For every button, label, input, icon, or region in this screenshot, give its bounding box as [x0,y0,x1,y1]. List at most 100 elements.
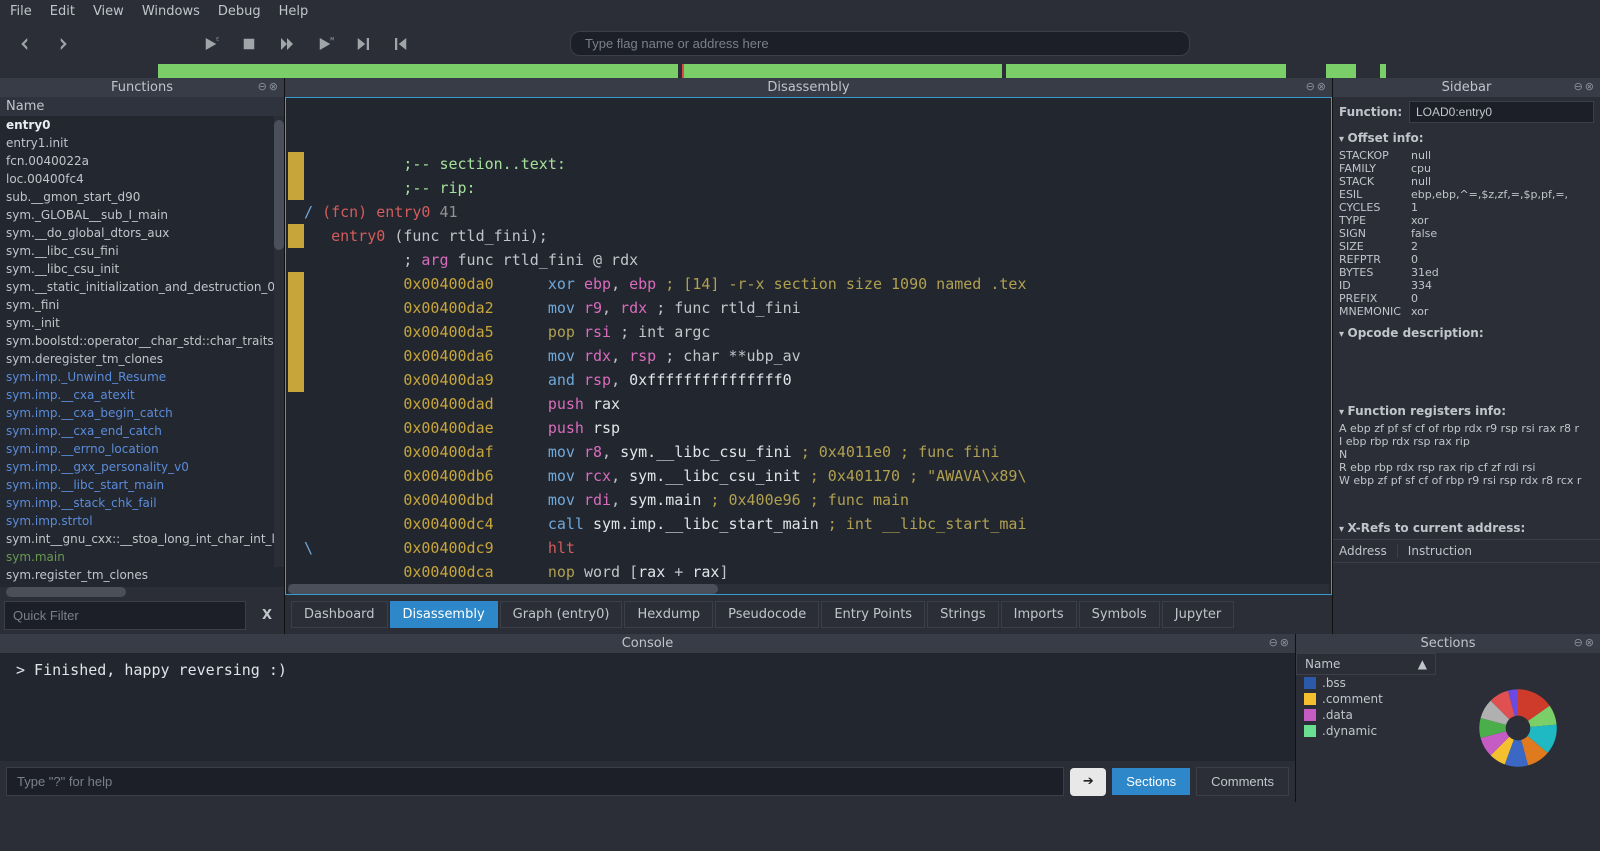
disasm-line[interactable]: ; arg func rtld_fini @ rdx [288,248,1329,272]
disassembly-view[interactable]: ;-- section..text: ;-- rip: / (fcn) entr… [285,97,1332,595]
function-item[interactable]: sym.imp.__cxa_end_catch [6,422,284,440]
skip-prev-icon[interactable] [392,35,410,53]
function-item[interactable]: sym.imp.__errno_location [6,440,284,458]
tab-entry-points[interactable]: Entry Points [821,601,925,628]
menu-windows[interactable]: Windows [142,4,200,19]
disasm-line[interactable]: / (fcn) entry0 41 [288,200,1329,224]
disasm-line[interactable]: ;-- section..text: [288,152,1329,176]
disasm-line[interactable]: 0x00400db6 mov rcx, sym.__libc_csu_init … [288,464,1329,488]
function-item[interactable]: sym.boolstd::operator__char_std::char_tr… [6,332,284,350]
close-icon[interactable]: ⊗ [1280,636,1289,649]
stop-icon[interactable] [240,35,258,53]
disasm-line[interactable]: 0x00400da9 and rsp, 0xfffffffffffffff0 [288,368,1329,392]
play-e-icon[interactable]: E [202,35,220,53]
disasm-line[interactable]: \ 0x00400dc9 hlt [288,536,1329,560]
functions-column-header[interactable]: Name [0,97,284,116]
function-item[interactable]: sym.imp.__libc_start_main [6,476,284,494]
function-item[interactable]: sym.main [6,548,284,566]
offset-info-header[interactable]: Offset info: [1333,127,1600,149]
sort-icon[interactable]: ▲ [1418,657,1427,671]
close-icon[interactable]: ⊗ [1585,636,1594,649]
scrollbar-vertical[interactable] [274,116,284,567]
console-send-button[interactable]: ➔ [1070,768,1106,796]
disasm-line[interactable]: 0x00400daf mov r8, sym.__libc_csu_fini ;… [288,440,1329,464]
tab-jupyter[interactable]: Jupyter [1162,601,1234,628]
section-row[interactable]: .dynamic [1296,723,1436,739]
tab-imports[interactable]: Imports [1001,601,1077,628]
skip-icon[interactable] [354,35,372,53]
function-item[interactable]: sym.int__gnu_cxx::__stoa_long_int_char_i… [6,530,284,548]
section-row[interactable]: .data [1296,707,1436,723]
menu-edit[interactable]: Edit [50,4,75,19]
quick-filter-input[interactable] [4,601,246,630]
tab-dashboard[interactable]: Dashboard [291,601,388,628]
function-item[interactable]: sym.imp.__gxx_personality_v0 [6,458,284,476]
disasm-line[interactable]: ;-- rip: [288,176,1329,200]
sections-column-header[interactable]: Name▲ [1296,653,1436,675]
tab-symbols[interactable]: Symbols [1079,601,1160,628]
opcode-desc-header[interactable]: Opcode description: [1333,322,1600,344]
menu-help[interactable]: Help [279,4,309,19]
xrefs-header[interactable]: X-Refs to current address: [1333,517,1600,539]
minimize-icon[interactable]: ⊖ [1574,636,1583,649]
function-item[interactable]: entry1.init [6,134,284,152]
sections-button[interactable]: Sections [1112,768,1190,795]
minimize-icon[interactable]: ⊖ [1269,636,1278,649]
function-item[interactable]: sym.__static_initialization_and_destruct… [6,278,284,296]
back-icon[interactable] [16,35,34,53]
function-item[interactable]: sym.imp.strtol [6,512,284,530]
function-item[interactable]: entry0 [6,116,284,134]
disasm-line[interactable]: 0x00400da0 xor ebp, ebp ; [14] -r-x sect… [288,272,1329,296]
overview-bar[interactable] [0,64,1600,78]
function-item[interactable]: sym.__libc_csu_init [6,260,284,278]
menu-view[interactable]: View [93,4,124,19]
disasm-line[interactable]: 0x00400dbd mov rdi, sym.main ; 0x400e96 … [288,488,1329,512]
disasm-line[interactable]: 0x00400da6 mov rdx, rsp ; char **ubp_av [288,344,1329,368]
xrefs-col-address[interactable]: Address [1339,544,1398,558]
function-item[interactable]: sub.__gmon_start_d90 [6,188,284,206]
tab-disassembly[interactable]: Disassembly [390,601,498,628]
function-item[interactable]: sym.imp._Unwind_Resume [6,368,284,386]
forward-icon[interactable] [54,35,72,53]
play-m-icon[interactable]: M [316,35,334,53]
function-item[interactable]: sym.register_tm_clones [6,566,284,584]
function-item[interactable]: sym._fini [6,296,284,314]
disasm-line[interactable]: 0x00400dca nop word [rax + rax] [288,560,1329,584]
fast-forward-icon[interactable] [278,35,296,53]
close-icon[interactable]: ⊗ [1317,80,1326,93]
function-item[interactable]: sym.__libc_csu_fini [6,242,284,260]
scrollbar-horizontal[interactable] [0,587,284,597]
disasm-line[interactable]: entry0 (func rtld_fini); [288,224,1329,248]
close-icon[interactable]: ⊗ [1585,80,1594,93]
function-item[interactable]: sym.imp.__cxa_atexit [6,386,284,404]
function-item[interactable]: sym.imp.__cxa_begin_catch [6,404,284,422]
tab-pseudocode[interactable]: Pseudocode [715,601,819,628]
section-row[interactable]: .comment [1296,691,1436,707]
scrollbar-horizontal[interactable] [288,584,1329,594]
minimize-icon[interactable]: ⊖ [1574,80,1583,93]
tab-graph-entry0-[interactable]: Graph (entry0) [500,601,623,628]
section-row[interactable]: .bss [1296,675,1436,691]
disasm-line[interactable]: 0x00400da2 mov r9, rdx ; func rtld_fini [288,296,1329,320]
disasm-line[interactable]: 0x00400da5 pop rsi ; int argc [288,320,1329,344]
filter-clear-button[interactable]: X [250,602,284,629]
disasm-line[interactable]: 0x00400dae push rsp [288,416,1329,440]
tab-strings[interactable]: Strings [927,601,999,628]
address-input[interactable] [570,31,1190,56]
function-item[interactable]: sym._init [6,314,284,332]
minimize-icon[interactable]: ⊖ [1306,80,1315,93]
menu-debug[interactable]: Debug [218,4,261,19]
function-input[interactable] [1409,101,1594,123]
close-icon[interactable]: ⊗ [269,80,278,93]
function-item[interactable]: sym.imp.__stack_chk_fail [6,494,284,512]
function-item[interactable]: fcn.0040022a [6,152,284,170]
function-item[interactable]: sym.__do_global_dtors_aux [6,224,284,242]
tab-hexdump[interactable]: Hexdump [624,601,713,628]
console-input[interactable] [6,767,1064,796]
disasm-line[interactable]: 0x00400dc4 call sym.imp.__libc_start_mai… [288,512,1329,536]
registers-header[interactable]: Function registers info: [1333,400,1600,422]
xrefs-col-instruction[interactable]: Instruction [1408,544,1482,558]
function-item[interactable]: loc.00400fc4 [6,170,284,188]
comments-button[interactable]: Comments [1196,767,1289,796]
function-item[interactable]: sym._GLOBAL__sub_I_main [6,206,284,224]
